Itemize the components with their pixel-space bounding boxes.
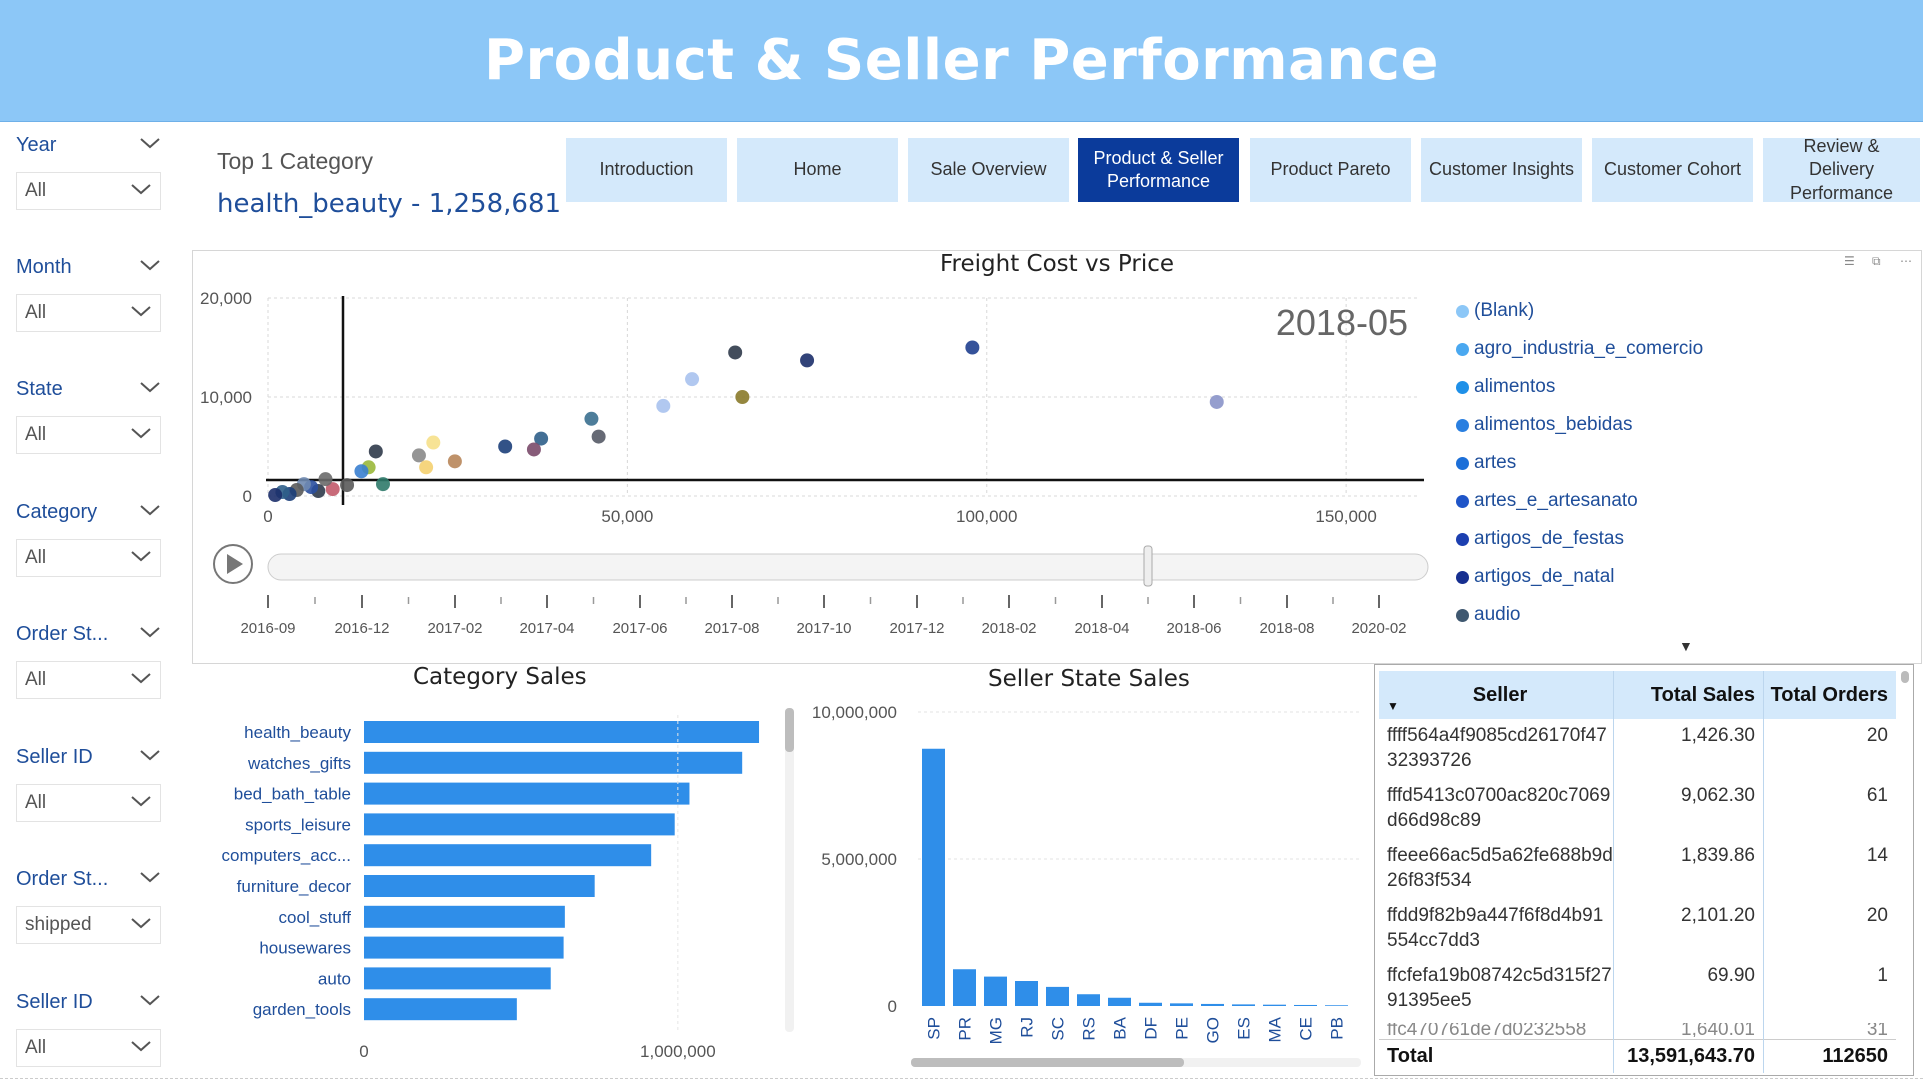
category-bar[interactable] (364, 813, 675, 836)
state-bar[interactable] (1325, 1005, 1348, 1006)
category-label: sports_leisure (245, 815, 351, 834)
category-label: computers_acc... (222, 846, 351, 865)
category-bar[interactable] (364, 905, 565, 928)
state-bar[interactable] (1170, 1003, 1193, 1006)
total-sales-cell: 2,101.20 (1681, 905, 1755, 926)
state-bar[interactable] (1108, 997, 1131, 1006)
state-bar[interactable] (1263, 1004, 1286, 1006)
total-sales-cell: 9,062.30 (1681, 785, 1755, 806)
category-label: housewares (259, 939, 351, 958)
x-tick-label: 0 (359, 1042, 368, 1061)
total-orders-cell: 20 (1866, 905, 1888, 926)
state-label: MA (1266, 1016, 1285, 1042)
state-label: RJ (1018, 1017, 1037, 1038)
state-label: SC (1049, 1017, 1068, 1041)
header-total-sales[interactable]: Total Sales (1613, 671, 1763, 719)
category-bar[interactable] (364, 998, 517, 1021)
seller-id-cell: fffd5413c0700ac820c7069d66d98c89 (1387, 785, 1611, 831)
total-sales: 13,591,643.70 (1627, 1045, 1755, 1067)
state-bar[interactable] (984, 976, 1007, 1006)
category-label: health_beauty (244, 723, 351, 742)
category-bar[interactable] (364, 967, 551, 990)
category-label: bed_bath_table (234, 785, 351, 804)
category-bar[interactable] (364, 721, 760, 743)
state-bar[interactable] (1294, 1004, 1317, 1006)
total-label: Total (1387, 1045, 1434, 1067)
category-label: auto (318, 969, 351, 988)
y-tick-label: 10,000,000 (812, 703, 897, 722)
table-row[interactable]: ffeee66ac5d5a62fe688b9d26f83f534 1,839.86… (1379, 843, 1896, 893)
seller-id-cell: ffdd9f82b9a447f6f8d4b91554cc7dd3 (1387, 905, 1604, 951)
table-row[interactable]: ffcfefa19b08742c5d315f2791395ee5 69.90 1 (1379, 963, 1896, 1013)
total-sales-cell: 1,839.86 (1681, 845, 1755, 866)
state-label: CE (1297, 1017, 1316, 1041)
total-sales-cell: 1,426.30 (1681, 725, 1755, 746)
seller-id-cell: ffcfefa19b08742c5d315f2791395ee5 (1387, 965, 1612, 1011)
category-scrollbar-thumb[interactable] (785, 708, 794, 752)
seller-id-cell: ffeee66ac5d5a62fe688b9d26f83f534 (1387, 845, 1613, 891)
state-label: GO (1204, 1017, 1223, 1043)
total-orders-cell: 61 (1866, 785, 1888, 806)
state-bar[interactable] (953, 969, 976, 1006)
state-bar[interactable] (1232, 1004, 1255, 1006)
total-orders-cell: 14 (1866, 845, 1888, 866)
state-label: DF (1142, 1017, 1161, 1040)
category-bar[interactable] (364, 782, 690, 805)
category-bar[interactable] (364, 844, 652, 867)
total-sales-cell: 1,640.01 (1681, 1023, 1755, 1037)
state-label: RS (1080, 1017, 1099, 1041)
category-label: cool_stuff (279, 908, 352, 927)
category-bar[interactable] (364, 875, 595, 897)
seller-id-cell: ffff564a4f9085cd26170f4732393726 (1387, 725, 1607, 771)
category-bar[interactable] (364, 936, 564, 959)
state-label: PB (1328, 1017, 1347, 1040)
total-orders: 112650 (1822, 1045, 1888, 1067)
total-orders-cell: 31 (1866, 1023, 1888, 1037)
total-orders-cell: 20 (1866, 725, 1888, 746)
state-label: SP (925, 1017, 944, 1040)
state-bar[interactable] (1201, 1003, 1224, 1006)
table-scrollbar[interactable] (1901, 671, 1909, 683)
column-divider (1613, 671, 1614, 1073)
table-row[interactable]: ffff564a4f9085cd26170f4732393726 1,426.30… (1379, 723, 1896, 773)
category-label: garden_tools (253, 1000, 351, 1019)
table-total-row: Total 13,591,643.70 112650 (1379, 1039, 1896, 1073)
seller-table[interactable]: Seller Total Sales Total Orders ▼ ffff56… (1374, 664, 1914, 1076)
table-row-partial[interactable]: ffc470761de7d0232558 1,640.01 31 (1379, 1023, 1896, 1037)
column-divider (1763, 671, 1764, 1073)
category-scrollbar-track[interactable] (785, 708, 794, 1032)
state-bar[interactable] (1077, 994, 1100, 1006)
total-orders-cell: 1 (1877, 965, 1888, 986)
state-label: MG (987, 1017, 1006, 1044)
table-row[interactable]: ffdd9f82b9a447f6f8d4b91554cc7dd3 2,101.20… (1379, 903, 1896, 953)
sort-desc-icon[interactable]: ▼ (1387, 699, 1399, 713)
table-header: Seller Total Sales Total Orders (1379, 671, 1896, 719)
category-bar[interactable] (364, 751, 743, 774)
x-tick-label: 1,000,000 (640, 1042, 716, 1061)
y-tick-label: 0 (888, 997, 897, 1016)
total-sales-cell: 69.90 (1707, 965, 1755, 986)
seller-id-cell: ffc470761de7d0232558 (1387, 1023, 1587, 1037)
state-bar[interactable] (922, 748, 945, 1006)
category-label: furniture_decor (237, 877, 352, 896)
state-label: PE (1173, 1017, 1192, 1040)
state-label: ES (1235, 1017, 1254, 1040)
table-row[interactable]: fffd5413c0700ac820c7069d66d98c89 9,062.30… (1379, 783, 1896, 833)
state-bar[interactable] (1046, 986, 1069, 1006)
category-label: watches_gifts (247, 754, 351, 773)
state-bar[interactable] (1015, 981, 1038, 1006)
header-seller[interactable]: Seller (1379, 671, 1613, 719)
state-bar[interactable] (1139, 1002, 1162, 1006)
state-label: BA (1111, 1016, 1130, 1039)
page-bottom-divider (0, 1078, 1923, 1080)
header-total-orders[interactable]: Total Orders (1763, 671, 1896, 719)
state-scrollbar-thumb[interactable] (911, 1058, 1184, 1067)
y-tick-label: 5,000,000 (821, 850, 897, 869)
state-label: PR (956, 1017, 975, 1041)
